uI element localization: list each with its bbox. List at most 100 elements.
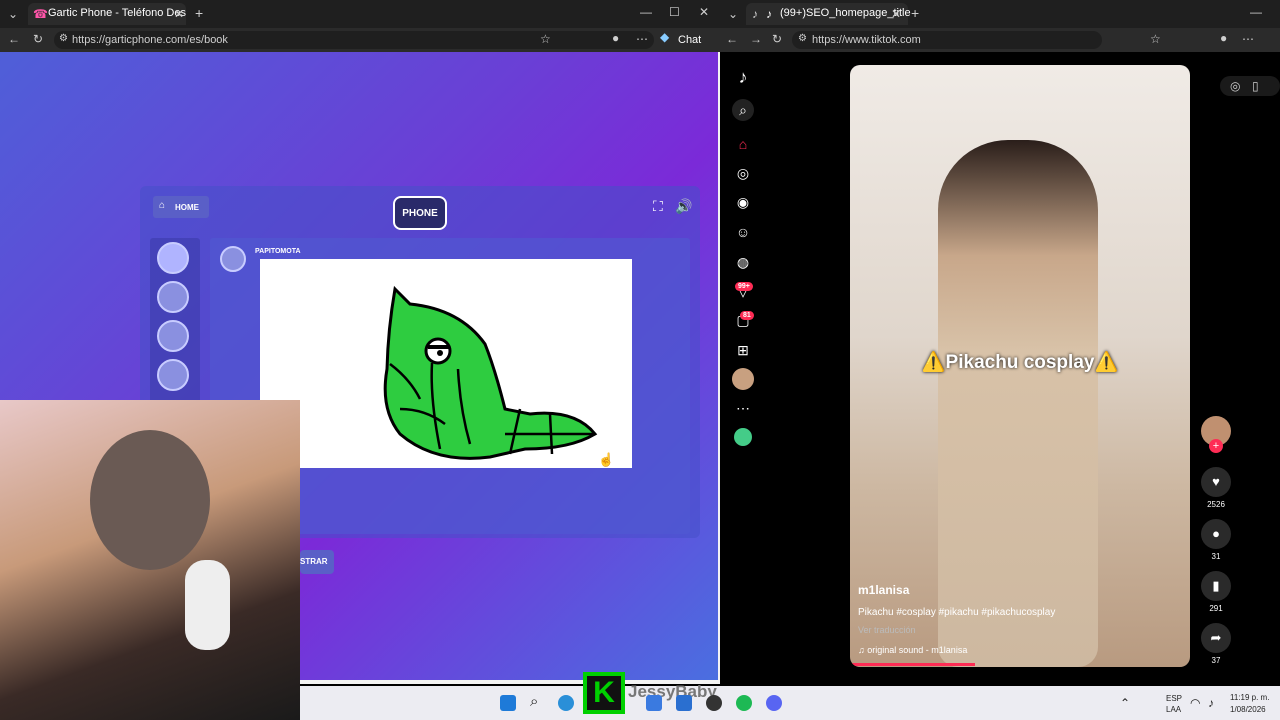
tab-list-icon[interactable]: ⌄ [8, 8, 18, 20]
right-browser-window: ⌄ ♪ ♪ (99+)SEO_homepage_title ✕ + — ← → … [720, 0, 1280, 684]
new-tab-icon[interactable]: + [911, 6, 919, 20]
tab-gartic[interactable]: ☎ Gartic Phone - Teléfono Descomp ✕ [28, 3, 186, 25]
view-toggle[interactable]: ◎ ▯ [1220, 76, 1280, 96]
close-window-icon[interactable]: ✕ [699, 6, 709, 18]
minimize-icon[interactable]: — [1250, 6, 1262, 18]
obs-icon[interactable] [706, 695, 722, 711]
tiktok-video[interactable]: ⚠️Pikachu cosplay⚠️ m1lanisa Pikachu #co… [850, 65, 1190, 667]
lang-indicator[interactable]: ESP [1166, 694, 1182, 703]
profile-icon[interactable]: ● [1220, 32, 1227, 44]
lang-sub: LAA [1166, 705, 1182, 714]
url-field[interactable]: ⚙ https://www.tiktok.com [792, 31, 1102, 49]
explore-icon[interactable]: ◎ [732, 162, 754, 184]
video-caption: ⚠️Pikachu cosplay⚠️ [921, 352, 1119, 373]
tray-chevron-icon[interactable]: ⌃ [1120, 697, 1130, 709]
forward-icon[interactable]: → [750, 33, 762, 45]
back-icon[interactable]: ← [8, 33, 20, 45]
home-label: HOME [175, 203, 199, 212]
site-info-icon[interactable]: ⚙ [59, 34, 68, 44]
search-icon[interactable]: ⌕ [732, 99, 754, 121]
more-icon[interactable]: ⋯ [732, 397, 754, 419]
right-address-bar: ← → ↻ ⚙ https://www.tiktok.com ☆ ● ⋯ [720, 28, 1280, 52]
tiktok-favicon-icon: ♪ [766, 7, 772, 21]
webcam-overlay [0, 400, 300, 720]
tab-list-icon[interactable]: ⌄ [728, 8, 738, 20]
refresh-icon[interactable]: ↻ [33, 33, 43, 45]
copilot-icon[interactable]: ◆ [660, 31, 669, 43]
more-icon[interactable]: ⋯ [636, 33, 648, 45]
video-progress[interactable] [850, 663, 975, 666]
volume-icon[interactable]: 🔊 [675, 199, 692, 213]
close-tab-icon[interactable]: ✕ [174, 8, 184, 20]
kick-logo: K [583, 672, 625, 714]
tab-title: Gartic Phone - Teléfono Descomp [48, 7, 186, 19]
wifi-icon[interactable]: ◠ [1190, 697, 1200, 709]
live-icon[interactable]: ◉ [732, 191, 754, 213]
share-button[interactable]: ➦ 37 [1198, 623, 1234, 665]
speaker-icon[interactable]: ♪ [1208, 697, 1214, 709]
refresh-icon[interactable]: ↻ [772, 33, 782, 45]
share-count: 37 [1211, 656, 1221, 665]
video-username[interactable]: m1lanisa [858, 583, 909, 597]
clock-date[interactable]: 1/08/2026 [1230, 705, 1266, 714]
search-icon[interactable]: ⌕ [530, 694, 538, 709]
tab-tiktok[interactable]: ♪ ♪ (99+)SEO_homepage_title ✕ [746, 3, 911, 25]
tiktok-logo-icon[interactable]: ♪ [732, 66, 754, 88]
favorite-icon[interactable]: ☆ [1150, 33, 1161, 45]
comment-icon: ● [1201, 519, 1231, 549]
comment-button[interactable]: ● 31 [1198, 519, 1234, 561]
chat-button[interactable]: Chat [678, 34, 701, 46]
follow-icon[interactable]: + [1209, 439, 1223, 453]
save-button[interactable]: ▮ 291 [1198, 571, 1234, 613]
home-icon[interactable]: ⌂ [732, 133, 754, 155]
upload-icon[interactable]: ⊞ [732, 339, 754, 361]
creator-avatar-button[interactable]: + [1198, 416, 1234, 453]
avatar[interactable] [157, 281, 189, 313]
home-button[interactable]: ⌂ HOME [153, 196, 209, 218]
audio-icon[interactable]: ♪ [752, 8, 758, 20]
site-info-icon[interactable]: ⚙ [798, 34, 807, 44]
video-sound[interactable]: ♫ original sound - m1lanisa [858, 645, 967, 655]
home-icon: ⌂ [159, 200, 166, 211]
profile-avatar[interactable] [732, 368, 754, 390]
drawing [383, 285, 598, 460]
discord-icon[interactable] [766, 695, 782, 711]
avatar[interactable] [157, 359, 189, 391]
player-name: PAPITOMOTA [255, 248, 301, 255]
new-tab-icon[interactable]: + [195, 6, 203, 20]
heart-icon: ♥ [1201, 467, 1231, 497]
edge-icon[interactable] [558, 695, 574, 711]
video-person [938, 140, 1098, 667]
spotify-icon[interactable] [736, 695, 752, 711]
like-button[interactable]: ♥ 2526 [1198, 467, 1234, 509]
friends-icon[interactable]: ◍ [732, 251, 754, 273]
see-translation-link[interactable]: Ver traducción [858, 625, 916, 635]
app-icon[interactable] [676, 695, 692, 711]
maximize-icon[interactable]: ☐ [669, 6, 680, 18]
avatar[interactable] [157, 320, 189, 352]
avatar[interactable] [734, 428, 752, 446]
right-tab-bar: ⌄ ♪ ♪ (99+)SEO_homepage_title ✕ + — [720, 0, 1280, 28]
url-text: https://www.tiktok.com [812, 34, 921, 46]
start-icon[interactable] [500, 695, 516, 711]
profile-icon[interactable]: ● [612, 32, 619, 44]
avatar[interactable] [157, 242, 189, 274]
hand-cursor-icon: ☝ [598, 452, 615, 467]
phone-icon[interactable]: ▯ [1252, 80, 1259, 92]
url-field[interactable]: ⚙ https://garticphone.com/es/book [54, 31, 654, 49]
clock-time[interactable]: 11:19 p. m. [1230, 693, 1269, 702]
compass-icon[interactable]: ◎ [1230, 80, 1240, 92]
close-tab-icon[interactable]: ✕ [891, 8, 901, 20]
favorite-icon[interactable]: ☆ [540, 33, 551, 45]
back-icon[interactable]: ← [726, 33, 738, 45]
drawing-canvas: ☝ [260, 259, 632, 468]
following-icon[interactable]: ☺ [732, 221, 754, 243]
minimize-icon[interactable]: — [640, 6, 652, 18]
fullscreen-icon[interactable]: ⛶ [653, 199, 663, 213]
streamer-head [90, 430, 210, 570]
more-icon[interactable]: ⋯ [1242, 33, 1254, 45]
show-button[interactable]: STRAR [300, 550, 334, 574]
gartic-phone-logo: PHONE [393, 196, 447, 230]
app-icon[interactable] [646, 695, 662, 711]
share-icon: ➦ [1201, 623, 1231, 653]
